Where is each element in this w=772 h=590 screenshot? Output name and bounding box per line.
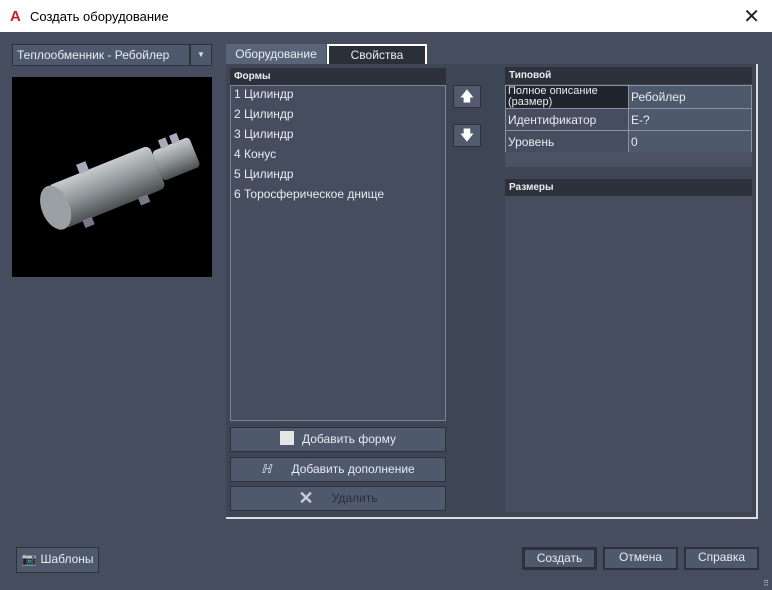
typical-header: Типовой xyxy=(505,67,752,84)
property-key: Уровень xyxy=(505,130,629,153)
table-row[interactable]: Полное описание (размер) Ребойлер xyxy=(505,85,752,109)
table-row[interactable]: Уровень 0 xyxy=(505,130,752,153)
add-fitting-button[interactable]: ℍ Добавить дополнение xyxy=(230,457,446,482)
move-up-button[interactable]: 🡅 xyxy=(453,85,481,108)
close-icon[interactable]: ✕ xyxy=(743,4,760,29)
arrow-up-icon: 🡅 xyxy=(459,88,475,104)
list-item[interactable]: 3 Цилиндр xyxy=(231,126,445,146)
dimensions-area xyxy=(505,196,752,512)
list-item[interactable]: 4 Конус xyxy=(231,146,445,166)
window-title: Создать оборудование xyxy=(30,9,169,24)
list-item[interactable]: 5 Цилиндр xyxy=(231,166,445,186)
property-value[interactable]: 0 xyxy=(628,130,752,153)
list-item[interactable]: 1 Цилиндр xyxy=(231,86,445,106)
dimensions-header: Размеры xyxy=(505,179,752,196)
shapes-list[interactable]: 1 Цилиндр 2 Цилиндр 3 Цилиндр 4 Конус 5 … xyxy=(230,85,446,421)
tab-properties[interactable]: Свойства xyxy=(327,44,427,65)
chevron-down-icon[interactable]: ▼ xyxy=(190,44,212,66)
cube-icon xyxy=(280,431,294,445)
property-key: Полное описание (размер) xyxy=(505,85,629,109)
reboiler-3d-image xyxy=(40,132,200,230)
properties-table: Полное описание (размер) Ребойлер Идентиф… xyxy=(505,85,752,153)
autocad-logo-icon: A xyxy=(10,8,21,25)
title-bar: A Создать оборудование ✕ xyxy=(0,0,772,32)
shapes-header: Формы xyxy=(230,68,446,85)
cancel-button[interactable]: Отмена xyxy=(603,547,678,570)
table-row[interactable]: Идентификатор E-? xyxy=(505,108,752,131)
help-button[interactable]: Справка xyxy=(684,547,759,570)
add-shape-button[interactable]: Добавить форму xyxy=(230,427,446,452)
equipment-type-select[interactable]: Теплообменник - Ребойлер xyxy=(12,44,190,66)
property-key: Идентификатор xyxy=(505,108,629,131)
properties-filler xyxy=(505,152,752,167)
templates-button[interactable]: 📷 Шаблоны xyxy=(16,547,99,573)
property-value[interactable]: Ребойлер xyxy=(628,85,752,109)
delete-button[interactable]: ✕ Удалить xyxy=(230,486,446,511)
property-value[interactable]: E-? xyxy=(628,108,752,131)
list-item[interactable]: 2 Цилиндр xyxy=(231,106,445,126)
create-button[interactable]: Создать xyxy=(522,547,597,570)
tab-equipment[interactable]: Оборудование xyxy=(226,44,326,64)
arrow-down-icon: 🡇 xyxy=(459,127,475,143)
equipment-preview xyxy=(12,77,212,277)
ladder-icon: ℍ xyxy=(261,462,272,476)
resize-grip-icon[interactable]: ⠿ xyxy=(763,579,769,588)
camera-icon: 📷 xyxy=(21,552,37,566)
move-down-button[interactable]: 🡇 xyxy=(453,124,481,147)
delete-x-icon: ✕ xyxy=(298,488,314,508)
list-item[interactable]: 6 Торосферическое днище xyxy=(231,186,445,206)
